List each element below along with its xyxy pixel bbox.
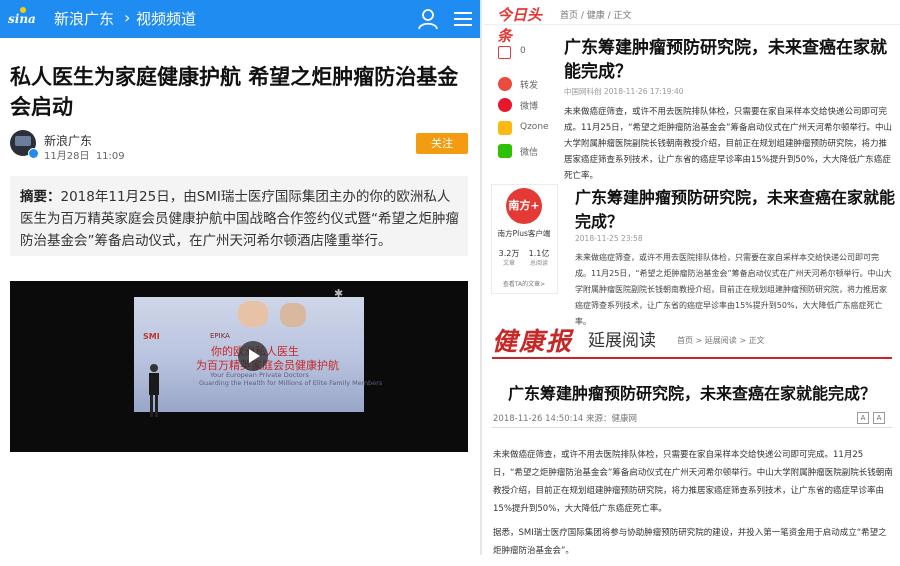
screen-caption-3: Your European Private Doctors xyxy=(210,371,309,379)
toutiao-header-rule xyxy=(484,24,900,25)
toutiao-logo[interactable]: 今日头条 xyxy=(497,4,553,45)
toutiao-meta: 中国网科创 2018-11-26 17:19:40 xyxy=(564,87,684,96)
repost-icon xyxy=(498,77,512,91)
toutiao-title: 广东筹建肿瘤预防研究院，未来查癌在家就能完成？ xyxy=(564,38,887,82)
share-weibo[interactable]: 微博 xyxy=(492,97,552,115)
share-repost[interactable]: 转发 xyxy=(492,76,552,94)
screen-logo-smi: SMI xyxy=(143,332,160,341)
share-wechat[interactable]: 微信 xyxy=(492,143,552,161)
play-icon[interactable] xyxy=(238,341,268,371)
health-breadcrumb[interactable]: 首页 > 延展阅读 > 正文 xyxy=(677,335,765,346)
sina-logo[interactable]: sina xyxy=(8,7,36,29)
health-title: 广东筹建肿瘤预防研究院，未来查癌在家就能完成？ xyxy=(507,384,876,403)
health-logo[interactable]: 健康报 xyxy=(492,322,573,358)
menu-icon[interactable] xyxy=(453,9,473,29)
summary: 摘要：2018年11月25日，由SMI瑞士医疗国际集团主办的你的欧洲私人医生为百… xyxy=(20,186,460,252)
publish-date: 11月28日 xyxy=(44,151,90,162)
screen-logo-epika: EPIKA xyxy=(210,332,230,340)
nanfang-read-label: 总阅读 xyxy=(529,260,548,267)
nanfang-name[interactable]: 南方Plus客户端 xyxy=(494,228,554,239)
nanfang-body: 未来做癌症筛查，或许不用去医院排队体检，只需要在家自采样本交给快递公司即可完成。… xyxy=(575,253,892,326)
wechat-icon xyxy=(498,144,512,158)
toutiao-body: 未来做癌症筛查，或许不用去医院排队体检，只需要在家自采样本交给快递公司即可完成。… xyxy=(564,107,892,181)
share-comment[interactable]: 0 xyxy=(492,44,552,62)
nanfang-logo[interactable]: 南方+ xyxy=(506,188,542,224)
share-qzone[interactable]: Qzone xyxy=(492,120,552,138)
video-frame-face xyxy=(280,303,306,327)
wechat-label: 微信 xyxy=(520,148,539,158)
repost-label: 转发 xyxy=(520,81,539,91)
follow-button[interactable]: 关注 xyxy=(416,133,468,154)
publish-time: 11月28日 11:09 xyxy=(44,147,125,162)
nanfang-more-link[interactable]: 查看TA的文章> xyxy=(494,279,554,288)
sina-logo-text: sina xyxy=(8,12,36,26)
sina-panel: sina 新浪广东 › 视频频道 私人医生为家庭健康护航 希望之炬肿瘤防治基金会… xyxy=(0,0,480,555)
weibo-icon xyxy=(498,98,512,112)
font-size-small-button[interactable]: A xyxy=(857,412,869,424)
panel-divider xyxy=(480,0,482,555)
weibo-label: 微博 xyxy=(520,102,539,112)
verified-badge-icon xyxy=(28,148,39,159)
user-icon[interactable] xyxy=(417,8,439,30)
comment-icon xyxy=(498,46,511,59)
video-player[interactable]: SMI EPIKA 你的欧洲私人医生 为百万精英家庭会员健康护航 Your Eu… xyxy=(10,281,468,452)
article-headline: 私人医生为家庭健康护航 希望之炬肿瘤防治基金会启动 xyxy=(10,65,459,119)
qzone-icon xyxy=(498,121,512,135)
health-subtitle: 延展阅读 xyxy=(588,331,656,351)
share-sidebar: 0 转发 微博 Qzone 微信 xyxy=(492,36,552,176)
publish-clock: 11:09 xyxy=(95,151,125,162)
health-meta: 2018-11-26 14:50:14 来源：健康网 xyxy=(493,414,637,424)
summary-label: 摘要： xyxy=(20,189,61,205)
breadcrumb-video[interactable]: 视频频道 xyxy=(136,9,196,29)
health-meta-rule xyxy=(492,427,892,428)
health-body: 未来做癌症筛查，或许不用去医院排队体检，只需要在家自采样本交给快递公司即可完成。… xyxy=(493,446,893,566)
settings-icon[interactable]: ✱ xyxy=(334,287,348,301)
breadcrumb-channel[interactable]: 新浪广东 xyxy=(54,9,114,29)
nanfang-meta: 2018-11-25 23:58 xyxy=(575,234,643,243)
video-frame-face xyxy=(238,301,268,327)
speaker-figure xyxy=(149,364,159,417)
nanfang-title: 广东筹建肿瘤预防研究院，未来查癌在家就能完成？ xyxy=(575,188,896,231)
comment-count: 0 xyxy=(520,46,526,56)
summary-text: 2018年11月25日，由SMI瑞士医疗国际集团主办的你的欧洲私人医生为百万精英… xyxy=(20,189,459,249)
screen-caption-4: Guarding the Health for Millions of Elit… xyxy=(199,379,383,387)
breadcrumb-separator: › xyxy=(124,8,131,27)
nanfang-article-label: 文章 xyxy=(502,260,515,267)
qzone-label: Qzone xyxy=(520,122,549,132)
health-header-rule xyxy=(492,357,892,359)
font-size-large-button[interactable]: A xyxy=(873,412,885,424)
health-paragraph-1: 未来做癌症筛查，或许不用去医院排队体检，只需要在家自采样本交给快递公司即可完成。… xyxy=(493,450,893,514)
toutiao-breadcrumb[interactable]: 首页 / 健康 / 正文 xyxy=(560,8,632,21)
